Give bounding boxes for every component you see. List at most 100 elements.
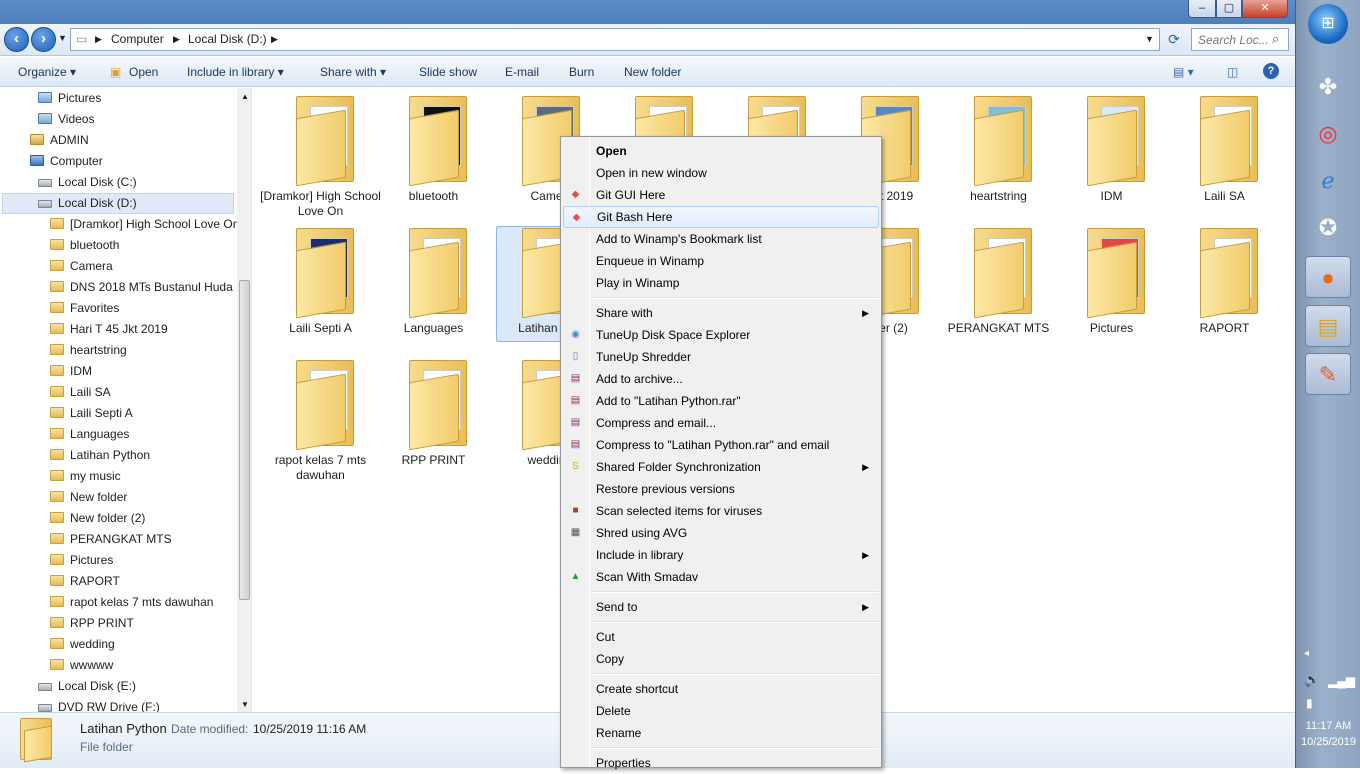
show-hidden-icons[interactable]: ◂ bbox=[1304, 648, 1309, 659]
scrollbar-thumb[interactable] bbox=[239, 280, 250, 600]
breadcrumb-local-disk-d[interactable]: Local Disk (D:) bbox=[188, 32, 267, 46]
folder-tile[interactable]: bluetooth bbox=[381, 88, 486, 213]
menu-item-shred-using-avg[interactable]: ▦ Shred using AVG bbox=[563, 522, 879, 544]
folder-tile[interactable]: IDM bbox=[1059, 88, 1164, 213]
tree-item[interactable]: Laili Septi A bbox=[50, 403, 133, 424]
tree-item[interactable]: Pictures bbox=[50, 550, 113, 571]
menu-item-create-shortcut[interactable]: Create shortcut bbox=[563, 678, 879, 700]
scroll-down-icon[interactable]: ▼ bbox=[241, 700, 249, 709]
tree-item[interactable]: wwwww bbox=[50, 655, 113, 676]
paint-icon[interactable]: ✎ bbox=[1305, 353, 1351, 395]
menu-item-tuneup-disk-space-explorer[interactable]: ◉ TuneUp Disk Space Explorer bbox=[563, 324, 879, 346]
tree-item[interactable]: New folder bbox=[50, 487, 127, 508]
menu-item-compress-to-latihan-python-rar-and-email[interactable]: ▤ Compress to "Latihan Python.rar" and em… bbox=[563, 434, 879, 456]
open-button[interactable]: Open bbox=[129, 65, 158, 79]
menu-item-git-bash-here[interactable]: ◆ Git Bash Here bbox=[563, 206, 879, 228]
menu-item-add-to-winamp-s-bookmark-list[interactable]: Add to Winamp's Bookmark list bbox=[563, 228, 879, 250]
menu-item-scan-with-smadav[interactable]: ▲ Scan With Smadav bbox=[563, 566, 879, 588]
menu-item-copy[interactable]: Copy bbox=[563, 648, 879, 670]
tree-item[interactable]: New folder (2) bbox=[50, 508, 145, 529]
menu-item-add-to-archive[interactable]: ▤ Add to archive... bbox=[563, 368, 879, 390]
tree-item[interactable]: DNS 2018 MTs Bustanul Huda bbox=[50, 277, 233, 298]
chevron-right-icon[interactable]: ▶ bbox=[271, 34, 278, 45]
tree-item[interactable]: Videos bbox=[38, 109, 94, 130]
chevron-down-icon[interactable]: ▼ bbox=[1145, 34, 1154, 44]
folder-tile[interactable]: rapot kelas 7 mts dawuhan bbox=[268, 352, 373, 482]
tree-item[interactable]: Computer bbox=[30, 151, 103, 172]
menu-item-include-in-library[interactable]: Include in library ▶ bbox=[563, 544, 879, 566]
address-bar[interactable]: ▭ ▶ Computer ▶ Local Disk (D:) ▶ ▼ bbox=[70, 28, 1160, 51]
menu-item-delete[interactable]: Delete bbox=[563, 700, 879, 722]
tree-item[interactable]: Pictures bbox=[38, 88, 101, 109]
tree-item[interactable]: Latihan Python bbox=[50, 445, 150, 466]
tree-item[interactable]: Camera bbox=[50, 256, 113, 277]
menu-item-send-to[interactable]: Send to ▶ bbox=[563, 596, 879, 618]
folder-tile[interactable]: Laili SA bbox=[1172, 88, 1277, 213]
tree-item[interactable]: wedding bbox=[50, 634, 115, 655]
include-in-library-button[interactable]: Include in library ▾ bbox=[187, 65, 284, 79]
search-icon[interactable]: ⌕ bbox=[1272, 31, 1279, 47]
tree-item[interactable]: Hari T 45 Jkt 2019 bbox=[50, 319, 168, 340]
close-button[interactable]: ✕ bbox=[1242, 0, 1288, 18]
menu-item-git-gui-here[interactable]: ◆ Git GUI Here bbox=[563, 184, 879, 206]
tree-item[interactable]: my music bbox=[50, 466, 121, 487]
folder-tile[interactable]: RAPORT bbox=[1172, 220, 1277, 345]
burn-button[interactable]: Burn bbox=[569, 65, 594, 79]
menu-item-properties[interactable]: Properties bbox=[563, 752, 879, 774]
firefox-icon[interactable]: ● bbox=[1305, 256, 1351, 298]
back-button[interactable]: ‹ bbox=[4, 27, 29, 52]
menu-item-restore-previous-versions[interactable]: Restore previous versions bbox=[563, 478, 879, 500]
tree-item[interactable]: Languages bbox=[50, 424, 129, 445]
maximize-button[interactable]: ▢ bbox=[1216, 0, 1242, 18]
volume-icon[interactable]: 🔈 bbox=[1304, 672, 1320, 688]
app-icon[interactable]: ✪ bbox=[1305, 207, 1351, 249]
windows-explorer-icon[interactable]: ▤ bbox=[1305, 305, 1351, 347]
chevron-right-icon[interactable]: ▶ bbox=[173, 34, 180, 45]
refresh-icon[interactable]: ⟳ bbox=[1162, 29, 1186, 50]
folder-tile[interactable]: heartstring bbox=[946, 88, 1051, 213]
app-icon[interactable]: ✤ bbox=[1305, 66, 1351, 108]
new-folder-button[interactable]: New folder bbox=[624, 65, 681, 79]
network-icon[interactable]: ▂▄▆ bbox=[1328, 674, 1355, 688]
recent-pages-icon[interactable]: ▼ bbox=[58, 33, 67, 43]
tree-item[interactable]: PERANGKAT MTS bbox=[50, 529, 172, 550]
tree-item[interactable]: Local Disk (E:) bbox=[38, 676, 136, 697]
tree-item[interactable]: bluetooth bbox=[50, 235, 119, 256]
menu-item-open-in-new-window[interactable]: Open in new window bbox=[563, 162, 879, 184]
slide-show-button[interactable]: Slide show bbox=[419, 65, 477, 79]
power-icon[interactable]: ▮ bbox=[1306, 696, 1313, 710]
folder-tile[interactable]: Laili Septi A bbox=[268, 220, 373, 345]
chevron-right-icon[interactable]: ▶ bbox=[95, 34, 102, 45]
view-icon[interactable]: ▤ ▾ bbox=[1173, 65, 1194, 79]
folder-tile[interactable]: RPP PRINT bbox=[381, 352, 486, 477]
folder-tile[interactable]: [Dramkor] High School Love On bbox=[260, 88, 381, 218]
tree-item[interactable]: ADMIN bbox=[30, 130, 89, 151]
tree-item[interactable]: IDM bbox=[50, 361, 92, 382]
menu-item-scan-selected-items-for-viruses[interactable]: ■ Scan selected items for viruses bbox=[563, 500, 879, 522]
folder-tile[interactable]: Pictures bbox=[1059, 220, 1164, 345]
tree-item[interactable]: RPP PRINT bbox=[50, 613, 134, 634]
breadcrumb-computer[interactable]: Computer bbox=[111, 32, 164, 46]
preview-pane-icon[interactable]: ◫ bbox=[1227, 65, 1238, 79]
menu-item-rename[interactable]: Rename bbox=[563, 722, 879, 744]
tree-item[interactable]: Local Disk (D:) bbox=[38, 193, 137, 214]
tree-item[interactable]: heartstring bbox=[50, 340, 127, 361]
scroll-up-icon[interactable]: ▲ bbox=[241, 92, 249, 101]
forward-button[interactable]: › bbox=[31, 27, 56, 52]
folder-tile[interactable]: Languages bbox=[381, 220, 486, 345]
tree-item[interactable]: DVD RW Drive (F:) bbox=[38, 697, 160, 712]
menu-item-compress-and-email[interactable]: ▤ Compress and email... bbox=[563, 412, 879, 434]
tree-item[interactable]: RAPORT bbox=[50, 571, 120, 592]
tree-item[interactable]: Laili SA bbox=[50, 382, 111, 403]
start-button[interactable]: ⊞ bbox=[1308, 4, 1348, 44]
menu-item-share-with[interactable]: Share with ▶ bbox=[563, 302, 879, 324]
tree-item[interactable]: Favorites bbox=[50, 298, 119, 319]
menu-item-tuneup-shredder[interactable]: ▯ TuneUp Shredder bbox=[563, 346, 879, 368]
chrome-icon[interactable]: ◎ bbox=[1305, 113, 1351, 155]
email-button[interactable]: E-mail bbox=[505, 65, 539, 79]
clock[interactable]: 11:17 AM 10/25/2019 bbox=[1296, 718, 1360, 750]
folder-tile[interactable]: PERANGKAT MTS bbox=[946, 220, 1051, 345]
menu-item-enqueue-in-winamp[interactable]: Enqueue in Winamp bbox=[563, 250, 879, 272]
menu-item-add-to-latihan-python-rar[interactable]: ▤ Add to "Latihan Python.rar" bbox=[563, 390, 879, 412]
help-icon[interactable]: ? bbox=[1263, 63, 1279, 79]
